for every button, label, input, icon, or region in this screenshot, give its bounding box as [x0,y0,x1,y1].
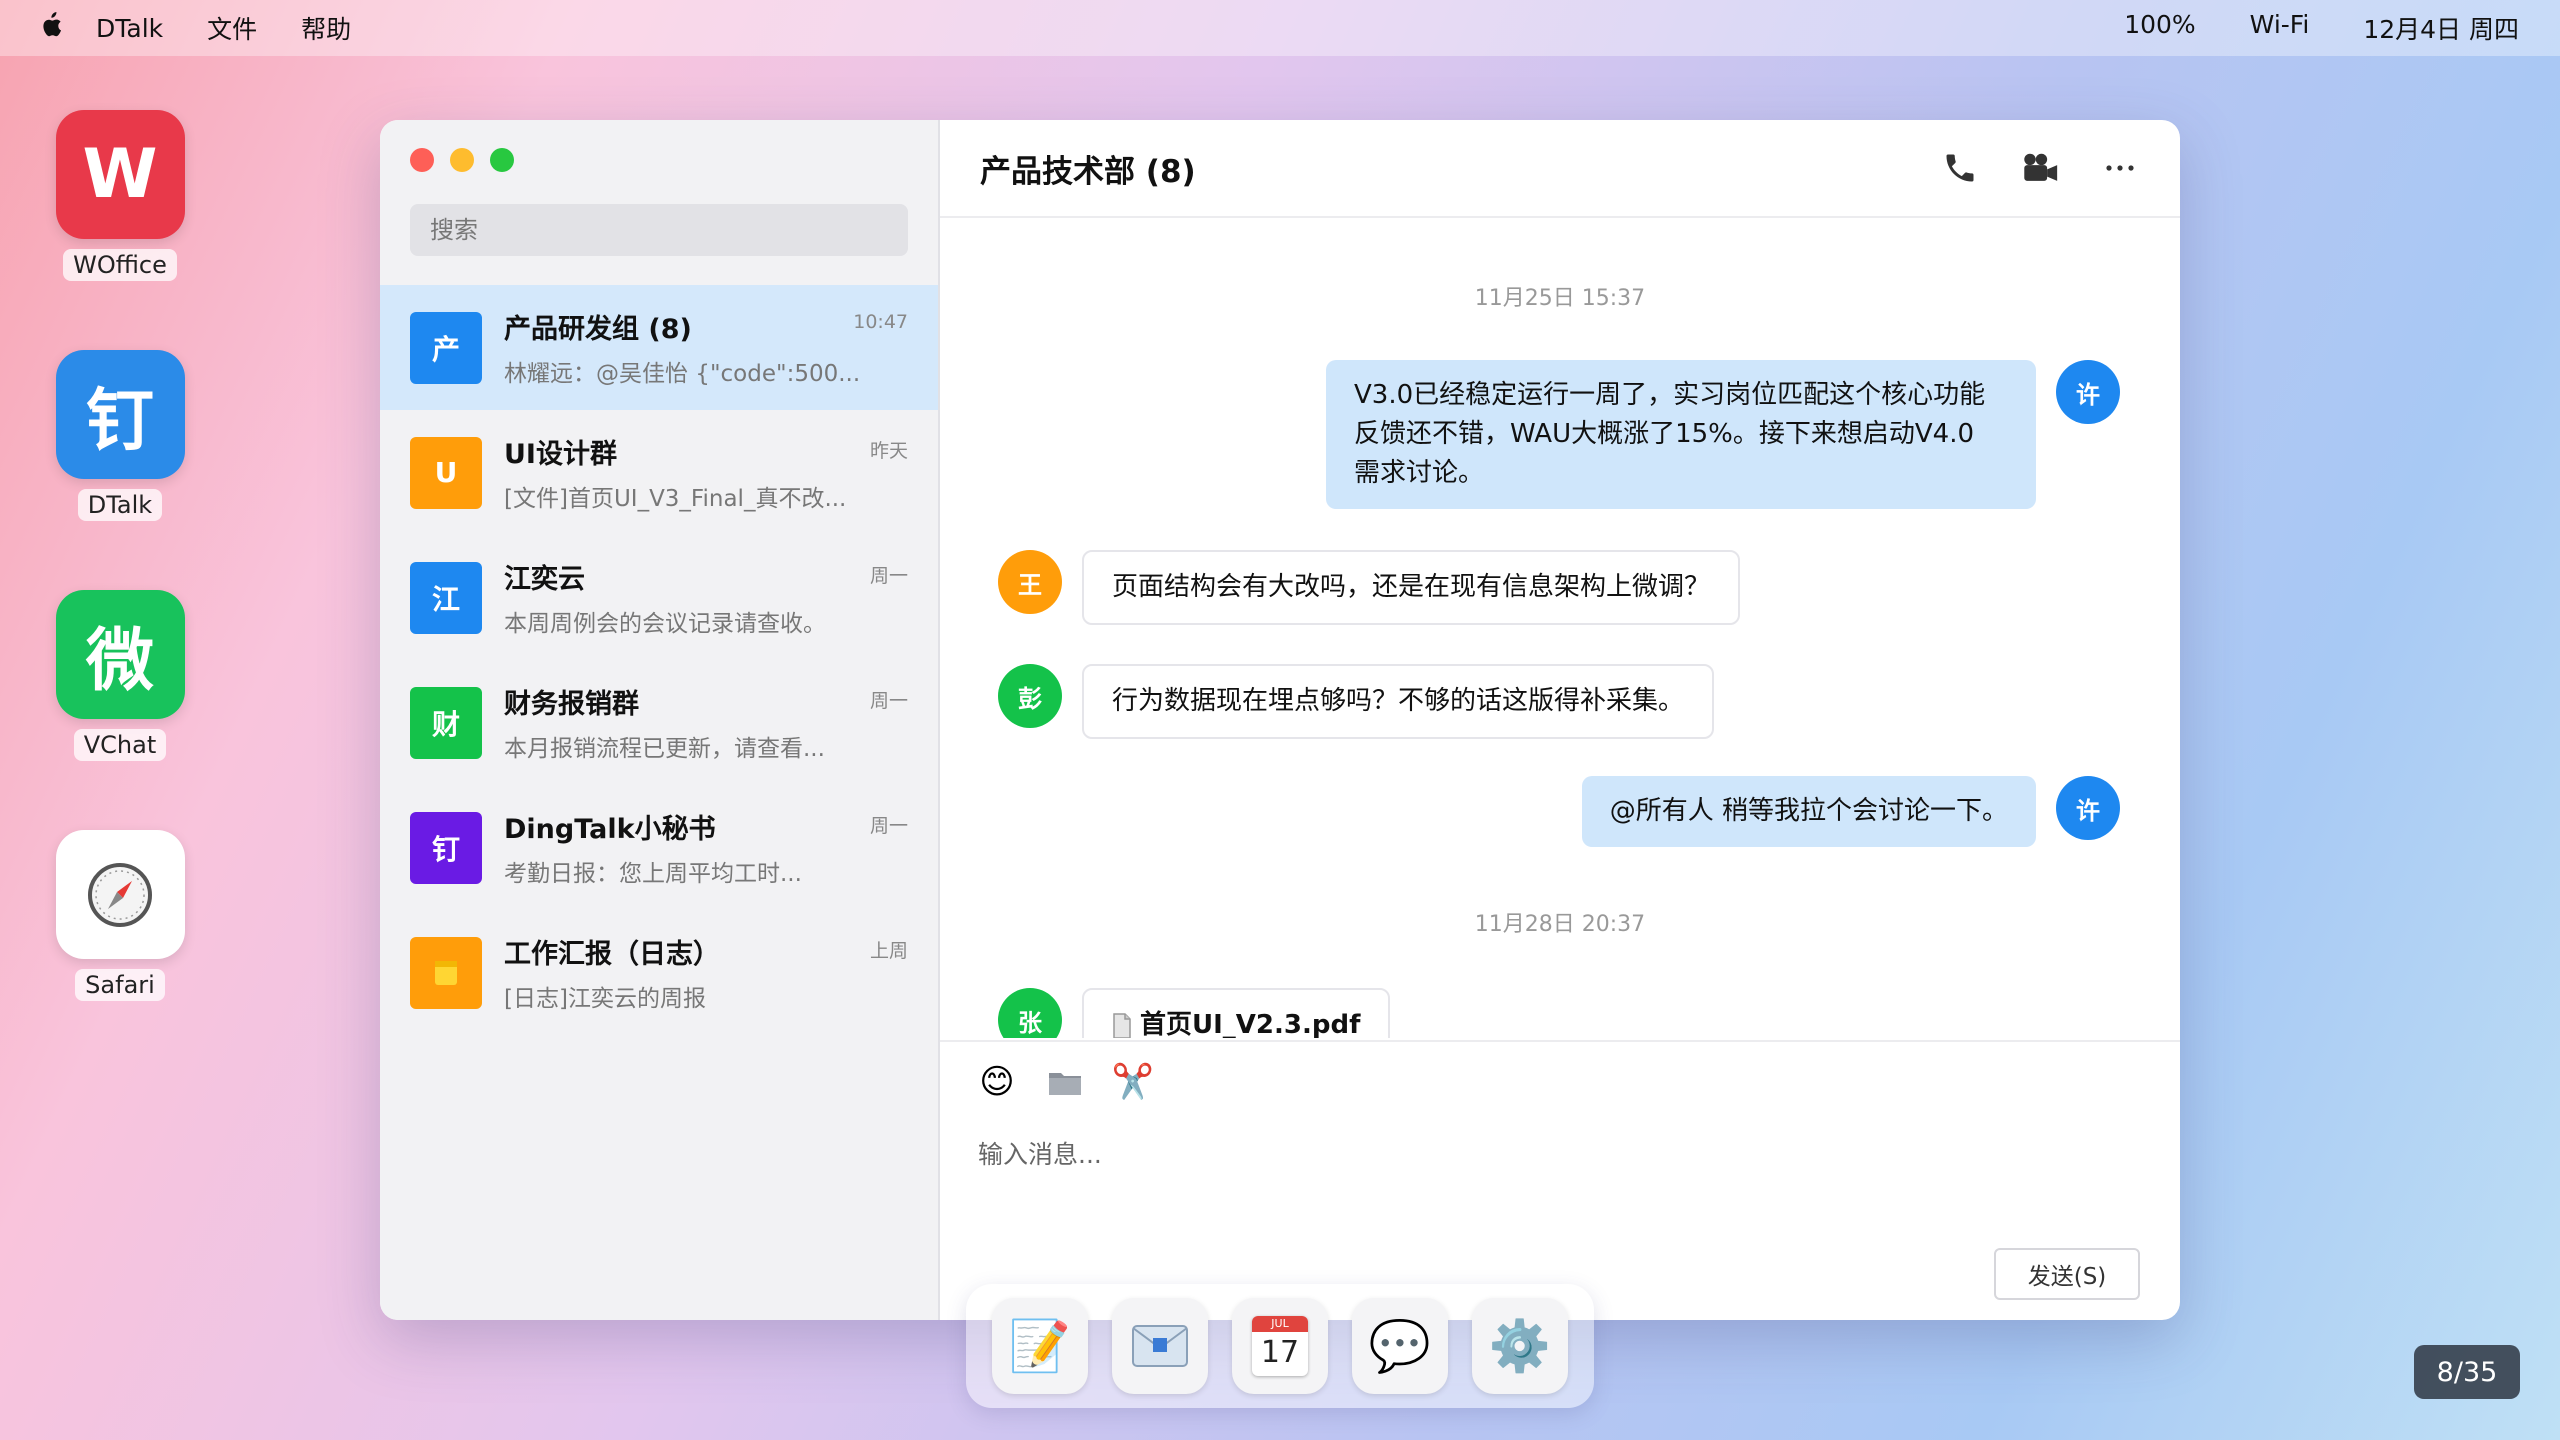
menu-help[interactable]: 帮助 [301,10,351,46]
sender-avatar[interactable]: 王 [998,550,1062,614]
desktop-icon-vchat[interactable]: 微 VChat [55,590,185,761]
conversation-time: 周一 [869,815,908,837]
file-attachment[interactable]: 首页UI_V2.3.pdf [1082,988,1391,1038]
woffice-app-icon[interactable]: W [55,110,185,239]
phone-icon[interactable] [1940,148,1980,188]
conversation-avatar: 钉 [410,811,482,884]
video-camera-icon[interactable] [2020,148,2060,188]
message-outgoing: 许 @所有人 稍等我拉个会讨论一下。 [1581,776,2120,847]
chat-title: 产品技术部 (8) [980,153,1196,190]
dock: 📝 JUL 17 💬 ⚙️ [966,1284,1594,1408]
conversation-list: 产 产品研发组 (8) 林耀远：@吴佳怡 {"code":500... 10:4… [380,285,938,1035]
message-incoming: 彭 行为数据现在埋点够吗？不够的话这版得补采集。 [998,664,1715,739]
scissors-icon[interactable]: ✂️ [1112,1062,1154,1102]
message-bubble: 页面结构会有大改吗，还是在现有信息架构上微调？ [1082,550,1741,625]
page-indicator: 8/35 [2414,1345,2520,1399]
clock[interactable]: 12月4日 周四 [2363,10,2519,46]
message-composer: 😊 ✂️ 发送(S) [940,1040,2180,1320]
mail-icon[interactable] [1112,1298,1208,1394]
sender-avatar[interactable]: 许 [2056,776,2120,840]
calendar-month: JUL [1252,1316,1308,1332]
conversation-avatar: 产 [410,311,482,384]
conversation-item[interactable]: 工作汇报（日志） [日志]江奕云的周报 上周 [380,910,938,1035]
conversation-time: 周一 [869,690,908,712]
notes-icon[interactable]: 📝 [992,1298,1088,1394]
message-bubble: @所有人 稍等我拉个会讨论一下。 [1581,776,2036,847]
chat-header: 产品技术部 (8) [940,120,2180,218]
desktop-icon-label: Safari [75,969,165,1001]
conversation-preview: 考勤日报：您上周平均工时... [504,861,802,887]
conversation-preview: 本月报销流程已更新，请查看... [504,736,825,762]
messages-icon[interactable]: 💬 [1352,1298,1448,1394]
dtalk-app-icon[interactable]: 钉 [55,350,185,479]
more-icon[interactable] [2100,148,2140,188]
chat-pane: 产品技术部 (8) 11月25日 15:37 许 V3.0已经稳定运行一周了，实… [940,120,2180,1320]
window-controls [410,148,514,172]
message-incoming-file: 张 首页UI_V2.3.pdf [998,988,1391,1038]
send-button[interactable]: 发送(S) [1994,1248,2140,1300]
conversation-item[interactable]: U UI设计群 [文件]首页UI_V3_Final_真不改... 昨天 [380,410,938,535]
conversation-time: 上周 [869,940,908,962]
minimize-window-button[interactable] [450,148,474,172]
compass-icon[interactable] [55,830,185,959]
conversation-time: 10:47 [853,311,908,333]
desktop-icon-label: VChat [73,729,167,761]
conversation-avatar: 江 [410,561,482,634]
menu-app-name[interactable]: DTalk [96,14,163,43]
conversation-time: 周一 [869,565,908,587]
close-window-button[interactable] [410,148,434,172]
vchat-app-icon[interactable]: 微 [55,590,185,719]
conversation-name: 江奕云 [504,564,585,595]
battery-status[interactable]: 100% [2124,10,2195,46]
message-outgoing: 许 V3.0已经稳定运行一周了，实习岗位匹配这个核心功能反馈还不错，WAU大概涨… [1326,360,2120,509]
conversation-item[interactable]: 钉 DingTalk小秘书 考勤日报：您上周平均工时... 周一 [380,785,938,910]
sender-avatar[interactable]: 张 [998,988,1062,1038]
maximize-window-button[interactable] [490,148,514,172]
desktop-icon-label: WOffice [63,249,177,281]
desktop-icon-woffice[interactable]: W WOffice [55,110,185,281]
message-timestamp: 11月25日 15:37 [1474,286,1646,311]
emoji-icon[interactable]: 😊 [978,1062,1016,1102]
conversation-name: DingTalk小秘书 [504,814,716,845]
conversation-avatar: 财 [410,686,482,759]
conversation-item[interactable]: 财 财务报销群 本月报销流程已更新，请查看... 周一 [380,660,938,785]
conversation-preview: 本周周例会的会议记录请查收。 [504,611,826,637]
conversation-sidebar: 产 产品研发组 (8) 林耀远：@吴佳怡 {"code":500... 10:4… [380,120,940,1320]
desktop-icon-safari[interactable]: Safari [55,830,185,1001]
conversation-name: 工作汇报（日志） [504,939,720,970]
file-name: 首页UI_V2.3.pdf [1140,1010,1361,1038]
conversation-item[interactable]: 产 产品研发组 (8) 林耀远：@吴佳怡 {"code":500... 10:4… [380,285,938,410]
message-timestamp: 11月28日 20:37 [1474,912,1646,937]
conversation-preview: [文件]首页UI_V3_Final_真不改... [504,486,847,512]
message-list: 11月25日 15:37 许 V3.0已经稳定运行一周了，实习岗位匹配这个核心功… [940,220,2180,1038]
note-icon [410,936,482,1009]
conversation-item[interactable]: 江 江奕云 本周周例会的会议记录请查收。 周一 [380,535,938,660]
dtalk-window: 产 产品研发组 (8) 林耀远：@吴佳怡 {"code":500... 10:4… [380,120,2180,1320]
menu-bar: DTalk 文件 帮助 100% Wi-Fi 12月4日 周四 [0,0,2560,56]
desktop-icon-label: DTalk [77,489,163,521]
conversation-name: 产品研发组 (8) [504,314,692,345]
sender-avatar[interactable]: 许 [2056,360,2120,424]
calendar-icon[interactable]: JUL 17 [1232,1298,1328,1394]
sender-avatar[interactable]: 彭 [998,664,1062,728]
search-input[interactable] [410,204,908,256]
message-incoming: 王 页面结构会有大改吗，还是在现有信息架构上微调？ [998,550,1741,625]
message-bubble: 行为数据现在埋点够吗？不够的话这版得补采集。 [1082,664,1715,739]
conversation-name: 财务报销群 [504,689,639,720]
conversation-preview: [日志]江奕云的周报 [504,986,706,1012]
menu-file[interactable]: 文件 [207,10,257,46]
conversation-time: 昨天 [869,440,908,462]
apple-menu-icon[interactable] [40,12,62,44]
desktop-icon-dtalk[interactable]: 钉 DTalk [55,350,185,521]
settings-icon[interactable]: ⚙️ [1472,1298,1568,1394]
file-icon [1112,1012,1132,1038]
folder-icon[interactable] [1046,1062,1084,1102]
conversation-name: UI设计群 [504,439,617,470]
message-input[interactable] [978,1130,2078,1178]
message-bubble: V3.0已经稳定运行一周了，实习岗位匹配这个核心功能反馈还不错，WAU大概涨了1… [1326,360,2036,509]
calendar-day: 17 [1260,1335,1300,1370]
conversation-avatar: U [410,436,482,509]
wifi-status[interactable]: Wi-Fi [2250,10,2310,46]
conversation-preview: 林耀远：@吴佳怡 {"code":500... [504,361,861,387]
